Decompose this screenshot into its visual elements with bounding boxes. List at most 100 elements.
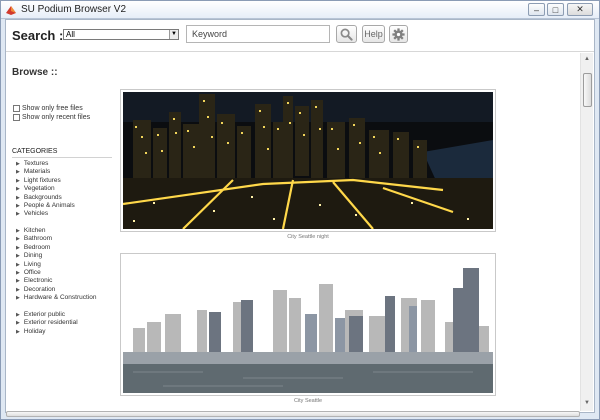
vertical-scrollbar[interactable]: ▲ ▼: [580, 53, 593, 411]
keyword-input[interactable]: Keyword: [186, 25, 330, 43]
gear-icon: [392, 27, 405, 41]
browse-sidebar: Browse :: Show only free files Show only…: [6, 53, 118, 411]
vertical-scroll-thumb[interactable]: [583, 73, 592, 107]
thumbnail-frame[interactable]: [120, 253, 496, 396]
category-item[interactable]: ▶ Exterior residential: [16, 319, 78, 327]
category-label: Textures: [23, 160, 49, 167]
minimize-icon: –: [533, 4, 539, 15]
triangle-bullet-icon: ▶: [16, 261, 20, 268]
category-item[interactable]: ▶ Bedroom: [16, 244, 96, 252]
category-label: Kitchen: [23, 227, 46, 234]
result-card[interactable]: City Seattle: [120, 253, 496, 404]
chevron-down-icon[interactable]: ▼: [169, 30, 178, 39]
category-select[interactable]: All ▼: [63, 29, 179, 40]
triangle-bullet-icon: ▶: [16, 244, 20, 251]
browser-client-area: Search :: All ▼ Keyword Help Browse:: S…: [5, 19, 595, 417]
thumbnail-caption: City Seattle: [293, 398, 323, 404]
category-item[interactable]: ▶ Holiday: [16, 328, 78, 336]
triangle-bullet-icon: ▶: [16, 253, 20, 260]
category-item[interactable]: ▶ Office: [16, 269, 96, 277]
category-label: Dining: [23, 252, 43, 260]
thumbnail-caption: City Seattle night: [287, 234, 329, 240]
city-night-thumbnail[interactable]: [123, 92, 493, 229]
category-item[interactable]: ▶ Decoration: [16, 286, 96, 294]
browse-title: Browse ::: [12, 67, 58, 78]
minimize-button[interactable]: –: [528, 3, 545, 16]
app-window: SU Podium Browser V2 – □ ✕ Search :: All…: [0, 0, 600, 420]
recent-files-filter[interactable]: Show only recent files: [13, 114, 90, 121]
category-label: Decoration: [23, 285, 56, 293]
search-toolbar: Search :: All ▼ Keyword Help: [6, 20, 594, 52]
city-day-thumbnail[interactable]: [123, 256, 493, 393]
categories-heading: CATEGORIES: [12, 148, 58, 155]
free-files-filter[interactable]: Show only free files: [13, 105, 83, 112]
category-item[interactable]: ▶ Hardware & Construction: [16, 294, 96, 302]
categories-divider: [12, 157, 112, 158]
recent-files-label: Show only recent files: [22, 114, 91, 121]
maximize-button[interactable]: □: [547, 3, 564, 16]
category-label: Vehicles: [23, 210, 49, 218]
category-label: Exterior public: [23, 311, 66, 318]
triangle-bullet-icon: ▶: [16, 328, 20, 335]
category-item[interactable]: ▶ Bathroom: [16, 235, 96, 243]
free-files-checkbox[interactable]: [13, 105, 20, 112]
category-label: Materials: [23, 168, 51, 176]
category-label: Bedroom: [23, 243, 51, 251]
category-group-general: ▶ Textures ▶ Materials ▶ Light fixtures ▶ Ve…: [16, 160, 75, 219]
app-logo-icon: [6, 6, 16, 15]
horizontal-scrollbar[interactable]: [6, 411, 580, 417]
scroll-up-arrow-icon[interactable]: ▲: [584, 56, 590, 62]
category-label: Holiday: [23, 327, 46, 335]
horizontal-scroll-thumb[interactable]: [6, 411, 580, 417]
free-files-label: Show only free files: [22, 105, 83, 112]
category-label: Backgrounds: [23, 193, 62, 201]
category-item[interactable]: ▶ Vehicles: [16, 210, 75, 218]
help-button[interactable]: Help: [362, 25, 385, 43]
search-button[interactable]: [336, 25, 357, 43]
triangle-bullet-icon: ▶: [16, 312, 20, 318]
triangle-bullet-icon: ▶: [16, 161, 20, 167]
category-select-value: All: [66, 30, 75, 39]
search-label: Search ::: [12, 28, 68, 43]
category-item[interactable]: ▶ Materials: [16, 168, 75, 176]
category-label: Hardware & Construction: [23, 294, 97, 302]
triangle-bullet-icon: ▶: [16, 236, 20, 243]
category-item[interactable]: ▶ Electronic: [16, 277, 96, 285]
recent-files-checkbox[interactable]: [13, 114, 20, 121]
category-item[interactable]: ▶ Living: [16, 261, 96, 269]
triangle-bullet-icon: ▶: [16, 186, 20, 193]
category-item[interactable]: ▶ Textures: [16, 160, 75, 168]
settings-button[interactable]: [389, 25, 408, 43]
category-item[interactable]: ▶ People & Animals: [16, 202, 75, 210]
close-icon: ✕: [576, 4, 584, 14]
result-card[interactable]: City Seattle night: [120, 89, 496, 240]
triangle-bullet-icon: ▶: [16, 169, 20, 176]
category-item[interactable]: ▶ Kitchen: [16, 227, 96, 235]
scroll-down-arrow-icon[interactable]: ▼: [584, 400, 590, 406]
category-label: Light fixtures: [23, 176, 61, 184]
category-item[interactable]: ▶ Vegetation: [16, 185, 75, 193]
window-title: SU Podium Browser V2: [21, 4, 127, 15]
category-item[interactable]: ▶ Light fixtures: [16, 177, 75, 185]
triangle-bullet-icon: ▶: [16, 295, 20, 302]
category-label: Office: [23, 268, 41, 276]
triangle-bullet-icon: ▶: [16, 228, 20, 234]
triangle-bullet-icon: ▶: [16, 202, 20, 209]
category-label: Exterior residential: [23, 319, 78, 327]
title-bar[interactable]: SU Podium Browser V2 – □ ✕: [1, 1, 599, 19]
category-item[interactable]: ▶ Dining: [16, 252, 96, 260]
close-button[interactable]: ✕: [567, 3, 593, 16]
category-label: Living: [23, 260, 41, 268]
magnifier-icon: [340, 28, 353, 41]
thumbnail-frame[interactable]: [120, 89, 496, 232]
category-item[interactable]: ▶ Exterior public: [16, 311, 78, 319]
category-item[interactable]: ▶ Backgrounds: [16, 194, 75, 202]
results-area: City Seattle night City Seattle: [118, 53, 580, 411]
triangle-bullet-icon: ▶: [16, 269, 20, 276]
triangle-bullet-icon: ▶: [16, 278, 20, 285]
category-label: Vegetation: [23, 185, 55, 193]
triangle-bullet-icon: ▶: [16, 177, 20, 184]
category-label: People & Animals: [23, 201, 75, 209]
triangle-bullet-icon: ▶: [16, 194, 20, 201]
category-label: Electronic: [23, 277, 53, 285]
